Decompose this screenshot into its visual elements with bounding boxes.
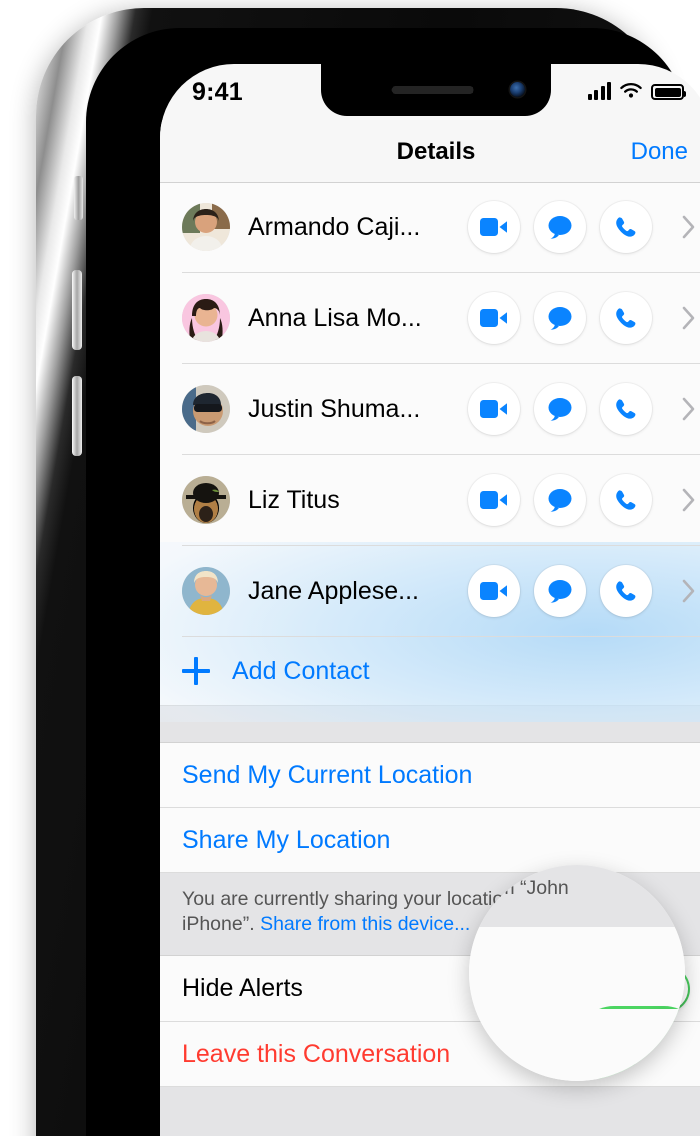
chevron-right-icon[interactable] [666,306,700,330]
share-from-this-device-link[interactable]: Share from this device... [260,913,470,935]
message-button[interactable] [534,474,586,526]
participants-group: Armando Caji... Anna Lisa Mo... Justin S… [160,182,700,722]
message-button[interactable] [534,292,586,344]
avatar [182,567,230,615]
contact-name: Liz Titus [248,485,340,514]
facetime-video-button[interactable] [468,201,520,253]
contact-actions [468,474,700,526]
avatar [182,294,230,342]
contact-name: Anna Lisa Mo... [248,303,422,332]
plus-icon [182,657,210,685]
contact-row[interactable]: Justin Shuma... [182,364,700,455]
wifi-icon [620,83,642,98]
add-contact-button[interactable]: Add Contact [160,637,700,705]
avatar [182,385,230,433]
status-time: 9:41 [192,78,243,106]
loupe-note-band: rom “John [469,865,685,928]
done-button[interactable]: Done [631,138,688,166]
chevron-right-icon[interactable] [666,397,700,421]
front-camera-icon [510,82,525,97]
navigation-bar: Details Done [160,120,700,183]
notch [321,64,551,116]
chevron-right-icon[interactable] [666,579,700,603]
volume-down-button[interactable] [72,376,82,456]
contact-name: Justin Shuma... [248,394,421,423]
contact-row[interactable]: Liz Titus [182,455,700,546]
loupe-clipped-text: rom “John [481,877,569,899]
chevron-right-icon[interactable] [666,488,700,512]
message-button[interactable] [534,383,586,435]
loupe-hide-alerts-row [469,927,685,1081]
facetime-video-button[interactable] [468,383,520,435]
contact-actions [468,383,700,435]
add-contact-label: Add Contact [232,656,370,685]
call-button[interactable] [600,383,652,435]
loupe-lower-row [469,1009,685,1081]
contact-row[interactable]: Anna Lisa Mo... [182,273,700,364]
call-button[interactable] [600,565,652,617]
contact-actions [468,292,700,344]
contact-name: Jane Applese... [248,576,419,605]
contact-actions [468,201,700,253]
facetime-video-button[interactable] [468,565,520,617]
send-current-location-button[interactable]: Send My Current Location [160,743,700,808]
magnifier-loupe: rom “John [469,865,685,1081]
section-separator [160,705,700,743]
earpiece-speaker-icon [391,86,474,94]
contact-name: Armando Caji... [248,212,421,241]
message-button[interactable] [534,201,586,253]
call-button[interactable] [600,292,652,344]
facetime-video-button[interactable] [468,292,520,344]
hide-alerts-label: Hide Alerts [182,974,303,1002]
chevron-right-icon[interactable] [666,215,700,239]
section-separator-bottom [160,1087,700,1136]
screenshot-stage: 9:41 Details Done Armando Caji... Anna L… [0,0,700,1136]
contact-row[interactable]: Jane Applese... [182,546,700,637]
mute-switch-button[interactable] [74,176,83,220]
facetime-video-button[interactable] [468,474,520,526]
message-button[interactable] [534,565,586,617]
call-button[interactable] [600,474,652,526]
share-my-location-button[interactable]: Share My Location [160,808,700,873]
cellular-signal-icon [587,82,611,100]
contact-row[interactable]: Armando Caji... [182,182,700,273]
page-title: Details [396,138,476,165]
battery-full-icon [651,84,686,100]
avatar [182,476,230,524]
call-button[interactable] [600,201,652,253]
avatar [182,203,230,251]
contact-actions [468,565,700,617]
status-indicators [587,82,686,100]
volume-up-button[interactable] [72,270,82,350]
